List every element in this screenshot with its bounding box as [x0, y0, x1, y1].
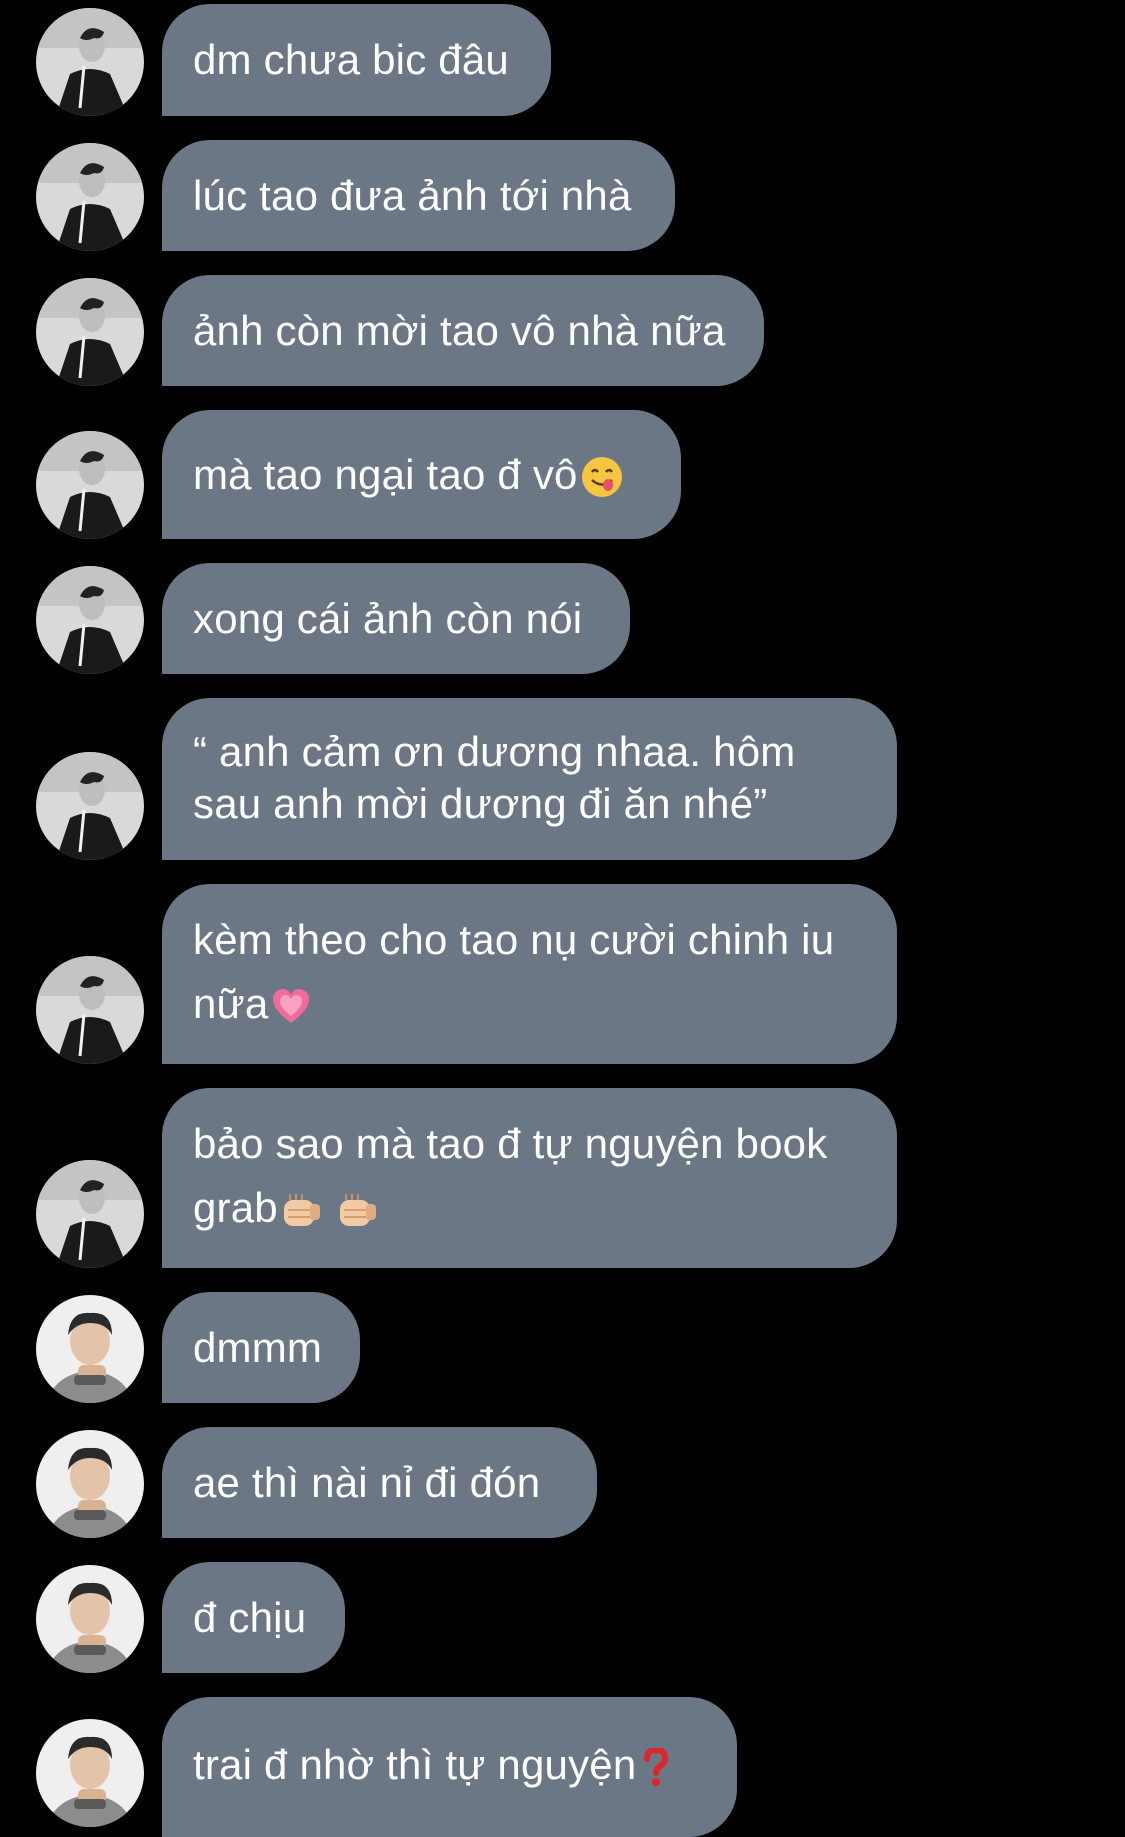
avatar[interactable]	[36, 1295, 144, 1403]
message-bubble[interactable]: đ chịu	[162, 1562, 345, 1673]
message-bubble[interactable]: ae thì nài nỉ đi đón	[162, 1427, 597, 1538]
message-row: xong cái ảnh còn nói	[0, 563, 1125, 674]
avatar[interactable]	[36, 8, 144, 116]
message-row: ảnh còn mời tao vô nhà nữa	[0, 275, 1125, 386]
message-bubble[interactable]: trai đ nhờ thì tự nguyện	[162, 1697, 737, 1837]
avatar-person-a-icon	[36, 278, 144, 386]
message-text: ảnh còn mời tao vô nhà nữa	[193, 306, 726, 354]
message-text: đ chịu	[193, 1593, 307, 1641]
avatar-person-a-icon	[36, 8, 144, 116]
message-bubble[interactable]: bảo sao mà tao đ tự nguyện book grab	[162, 1088, 897, 1268]
avatar[interactable]	[36, 1430, 144, 1538]
message-bubble[interactable]: dm chưa bic đâu	[162, 4, 551, 116]
message-text: xong cái ảnh còn nói	[193, 594, 583, 642]
avatar[interactable]	[36, 566, 144, 674]
message-text: ae thì nài nỉ đi đón	[193, 1458, 541, 1506]
message-row: dm chưa bic đâu	[0, 4, 1125, 116]
fist-bump-emoji	[283, 1193, 320, 1226]
avatar[interactable]	[36, 956, 144, 1064]
avatar-person-b-icon	[36, 1295, 144, 1403]
message-row: mà tao ngại tao đ vô	[0, 410, 1125, 539]
avatar-person-a-icon	[36, 1160, 144, 1268]
message-bubble[interactable]: mà tao ngại tao đ vô	[162, 410, 681, 539]
message-row: đ chịu	[0, 1562, 1125, 1673]
avatar[interactable]	[36, 1719, 144, 1827]
message-text: “ anh cảm ơn dương nhaa. hôm sau anh mời…	[193, 728, 796, 827]
message-row: “ anh cảm ơn dương nhaa. hôm sau anh mời…	[0, 698, 1125, 860]
message-bubble[interactable]: dmmm	[162, 1292, 360, 1403]
avatar-person-a-icon	[36, 431, 144, 539]
avatar[interactable]	[36, 752, 144, 860]
message-bubble[interactable]: ảnh còn mời tao vô nhà nữa	[162, 275, 764, 386]
avatar-person-a-icon	[36, 956, 144, 1064]
avatar-person-a-icon	[36, 143, 144, 251]
avatar-person-b-icon	[36, 1430, 144, 1538]
savoring-food-face-emoji	[581, 457, 622, 498]
avatar[interactable]	[36, 143, 144, 251]
message-bubble[interactable]: xong cái ảnh còn nói	[162, 563, 630, 674]
message-text: mà tao ngại tao đ vô	[193, 449, 624, 501]
message-row: dmmm	[0, 1292, 1125, 1403]
message-text: dmmm	[193, 1323, 323, 1371]
message-bubble[interactable]: lúc tao đưa ảnh tới nhà	[162, 140, 675, 251]
avatar-person-b-icon	[36, 1719, 144, 1827]
message-text: trai đ nhờ thì tự nguyện	[193, 1739, 670, 1791]
red-question-mark-emoji	[644, 1747, 669, 1786]
fist-bump-emoji	[339, 1193, 376, 1226]
message-text: dm chưa bic đâu	[193, 36, 509, 83]
message-row: kèm theo cho tao nụ cười chinh iu nữa	[0, 884, 1125, 1064]
message-row: trai đ nhờ thì tự nguyện	[0, 1697, 1125, 1837]
avatar[interactable]	[36, 1160, 144, 1268]
avatar[interactable]	[36, 431, 144, 539]
message-text: lúc tao đưa ảnh tới nhà	[193, 171, 632, 219]
avatar[interactable]	[36, 278, 144, 386]
avatar-person-a-icon	[36, 752, 144, 860]
message-row: ae thì nài nỉ đi đón	[0, 1427, 1125, 1538]
message-text: kèm theo cho tao nụ cười chinh iu nữa	[193, 916, 835, 1027]
avatar-person-a-icon	[36, 566, 144, 674]
growing-heart-emoji	[273, 988, 310, 1023]
message-row: bảo sao mà tao đ tự nguyện book grab	[0, 1088, 1125, 1268]
message-bubble[interactable]: kèm theo cho tao nụ cười chinh iu nữa	[162, 884, 897, 1064]
message-row: lúc tao đưa ảnh tới nhà	[0, 140, 1125, 251]
message-text: bảo sao mà tao đ tự nguyện book grab	[193, 1120, 828, 1231]
avatar[interactable]	[36, 1565, 144, 1673]
message-bubble[interactable]: “ anh cảm ơn dương nhaa. hôm sau anh mời…	[162, 698, 897, 860]
avatar-person-b-icon	[36, 1565, 144, 1673]
